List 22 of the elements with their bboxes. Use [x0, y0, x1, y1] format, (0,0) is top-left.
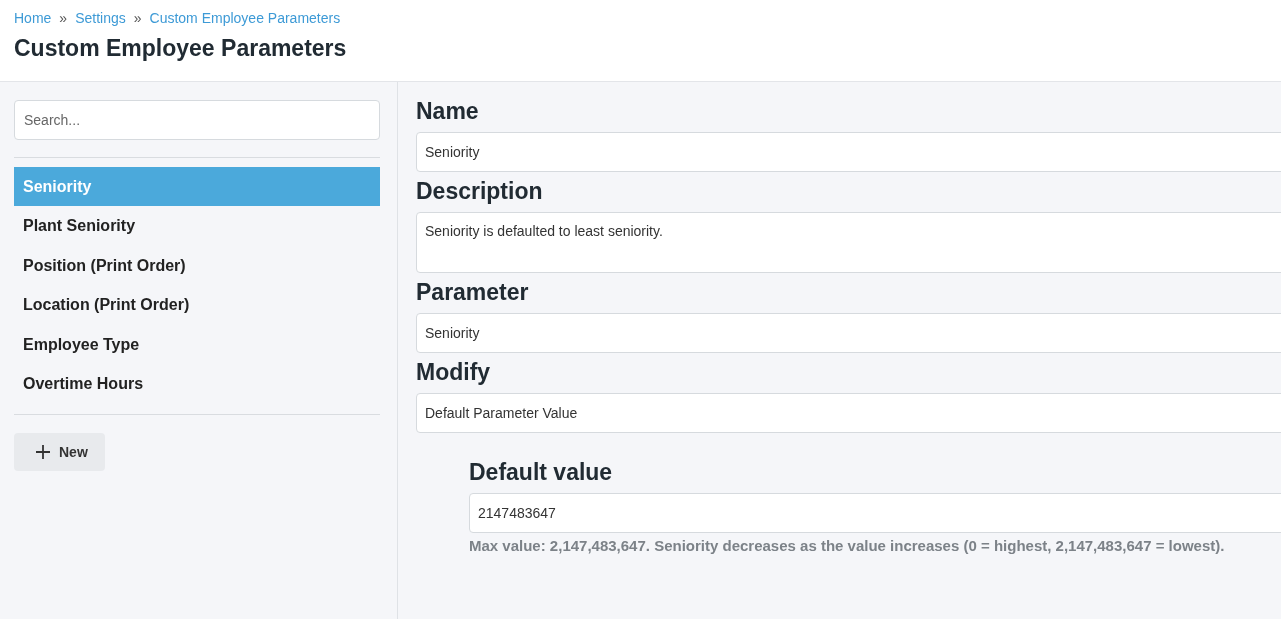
search-field[interactable]: Search... — [14, 100, 380, 140]
sidebar-item[interactable]: Location (Print Order) — [14, 285, 380, 325]
field-label: Modify — [416, 358, 492, 386]
field-label: Parameter — [416, 278, 530, 306]
help-text: Max value: 2,147,483,647. Seniority decreases as the value increases (0 = highest, 2,147,483,647 = lowest). — [469, 537, 1226, 554]
page-title: Custom Employee Parameters — [14, 35, 348, 62]
sidebar-item[interactable]: Plant Seniority — [14, 206, 380, 246]
input-field[interactable]: Seniority — [416, 132, 1281, 172]
field-label: Default value — [469, 458, 614, 486]
sidebar-item[interactable]: Employee Type — [14, 324, 380, 364]
input-field[interactable]: Seniority — [416, 313, 1281, 353]
input-field[interactable]: Default Parameter Value — [416, 393, 1281, 433]
text-area[interactable]: Seniority is defaulted to least seniority. — [416, 212, 1281, 273]
field-label: Description — [416, 177, 544, 205]
breadcrumb-separator: » — [59, 10, 68, 26]
breadcrumb-separator: » — [133, 10, 142, 26]
new-button[interactable]: New — [14, 433, 105, 472]
plus-icon — [36, 445, 50, 460]
input-field[interactable]: 2147483647 — [469, 493, 1281, 533]
sidebar-item[interactable]: Position (Print Order) — [14, 245, 380, 286]
field-label: Name — [416, 97, 480, 125]
sidebar-item[interactable]: Overtime Hours — [14, 363, 380, 404]
